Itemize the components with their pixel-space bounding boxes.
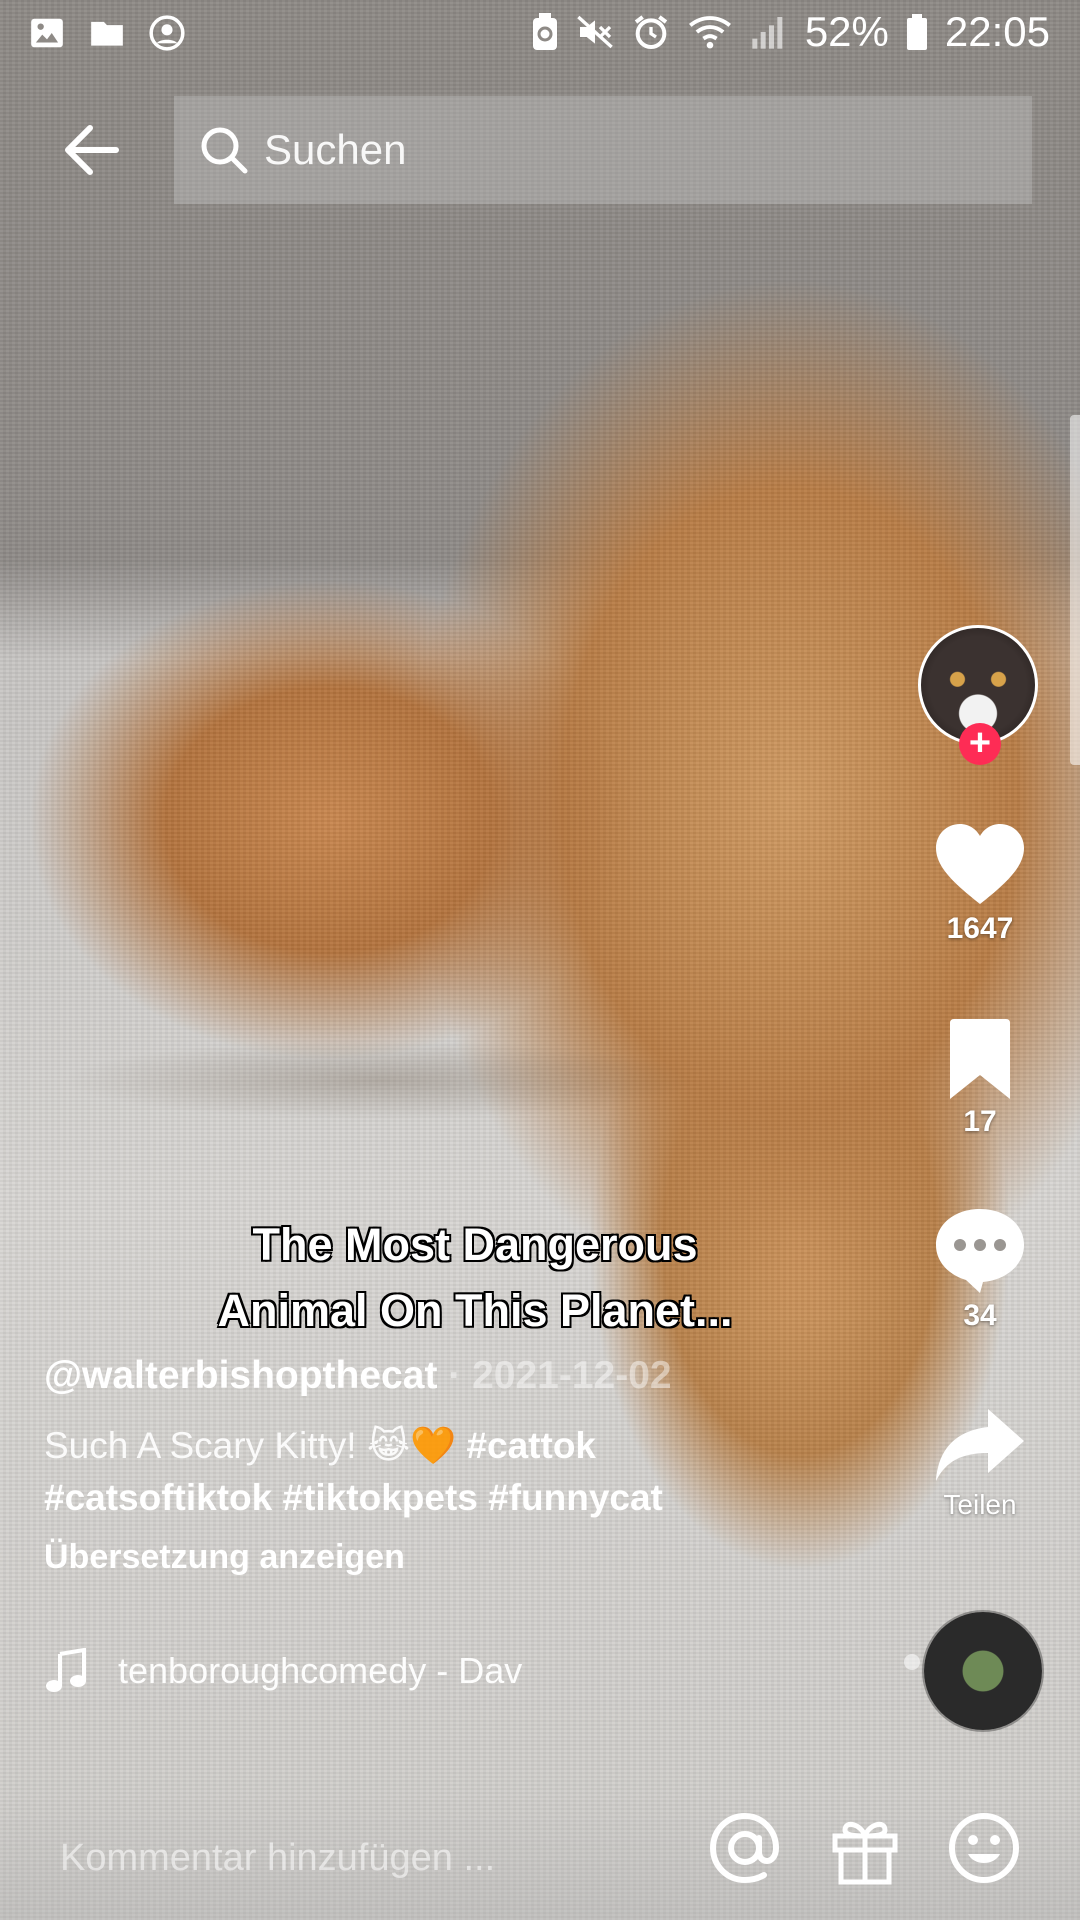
comment-count: 34 [963, 1299, 997, 1332]
search-bar[interactable]: Suchen [174, 96, 1032, 204]
music-info[interactable]: tenboroughcomedy - Dav [44, 1648, 644, 1694]
description-text: Such A Scary Kitty! 😹🧡 [44, 1425, 467, 1466]
status-bar: 52% 22:05 [0, 0, 1080, 72]
video-caption: The Most Dangerous Animal On This Planet… [150, 1212, 800, 1344]
share-button[interactable]: Teilen [900, 1405, 1060, 1521]
gallery-icon [28, 14, 66, 52]
video-texture [0, 0, 1080, 1920]
video-screen[interactable]: 52% 22:05 Suchen + 1647 17 34 Teilen The… [0, 0, 1080, 1920]
emoji-icon [949, 1813, 1019, 1883]
post-description: Such A Scary Kitty! 😹🧡 #cattok #catsofti… [44, 1420, 744, 1524]
post-info: @walterbishopthecat · 2021-12-02 Such A … [44, 1354, 744, 1577]
follow-button[interactable]: + [959, 723, 1001, 765]
share-label: Teilen [943, 1489, 1017, 1520]
at-sign-icon [709, 1812, 780, 1884]
music-disc[interactable] [924, 1612, 1042, 1730]
hashtag-line-2[interactable]: #catsoftiktok #tiktokpets #funnycat [44, 1477, 663, 1518]
caption-line-2: Animal On This Planet... [216, 1284, 733, 1337]
back-button[interactable] [60, 118, 124, 182]
video-shadow [60, 1040, 700, 1120]
clock: 22:05 [944, 8, 1050, 55]
alarm-icon [631, 12, 671, 52]
like-button[interactable]: 1647 [900, 820, 1060, 946]
folder-icon [88, 14, 126, 52]
creator-avatar-button[interactable]: + [918, 625, 1038, 765]
hashtag-line-1[interactable]: #cattok [466, 1425, 596, 1466]
comment-input[interactable] [60, 1828, 620, 1888]
bookmark-count: 17 [963, 1105, 997, 1138]
like-count: 1647 [946, 912, 1014, 945]
search-icon [201, 127, 248, 174]
signal-icon [749, 12, 789, 52]
battery-percent: 52% [804, 8, 889, 55]
gift-icon [832, 1821, 898, 1885]
emoji-button[interactable] [944, 1808, 1024, 1888]
share-icon [936, 1409, 1024, 1481]
heart-icon [936, 824, 1024, 904]
battery-icon [905, 12, 929, 52]
mute-icon [575, 12, 615, 52]
music-title: tenboroughcomedy - Dav [118, 1650, 523, 1691]
music-indicator-dot [904, 1654, 920, 1670]
author-name[interactable]: @walterbishopthecat [44, 1354, 437, 1397]
comment-button[interactable]: 34 [900, 1205, 1060, 1333]
mention-button[interactable] [705, 1808, 785, 1888]
account-icon [148, 14, 186, 52]
comment-icon [936, 1209, 1024, 1293]
scroll-indicator[interactable] [1070, 415, 1080, 765]
battery-saver-icon [531, 12, 559, 52]
music-note-icon [46, 1648, 86, 1692]
post-date: 2021-12-02 [472, 1354, 672, 1397]
translate-button[interactable]: Übersetzung anzeigen [44, 1538, 744, 1577]
search-placeholder: Suchen [264, 126, 407, 173]
gift-button[interactable] [825, 1808, 905, 1888]
bookmark-button[interactable]: 17 [900, 1017, 1060, 1139]
bookmark-icon [950, 1019, 1010, 1099]
wifi-icon [687, 12, 733, 52]
author-line: @walterbishopthecat · 2021-12-02 [44, 1354, 744, 1398]
date-separator: · [437, 1354, 473, 1397]
arrow-left-icon [65, 125, 119, 175]
caption-line-1: The Most Dangerous [251, 1218, 698, 1271]
